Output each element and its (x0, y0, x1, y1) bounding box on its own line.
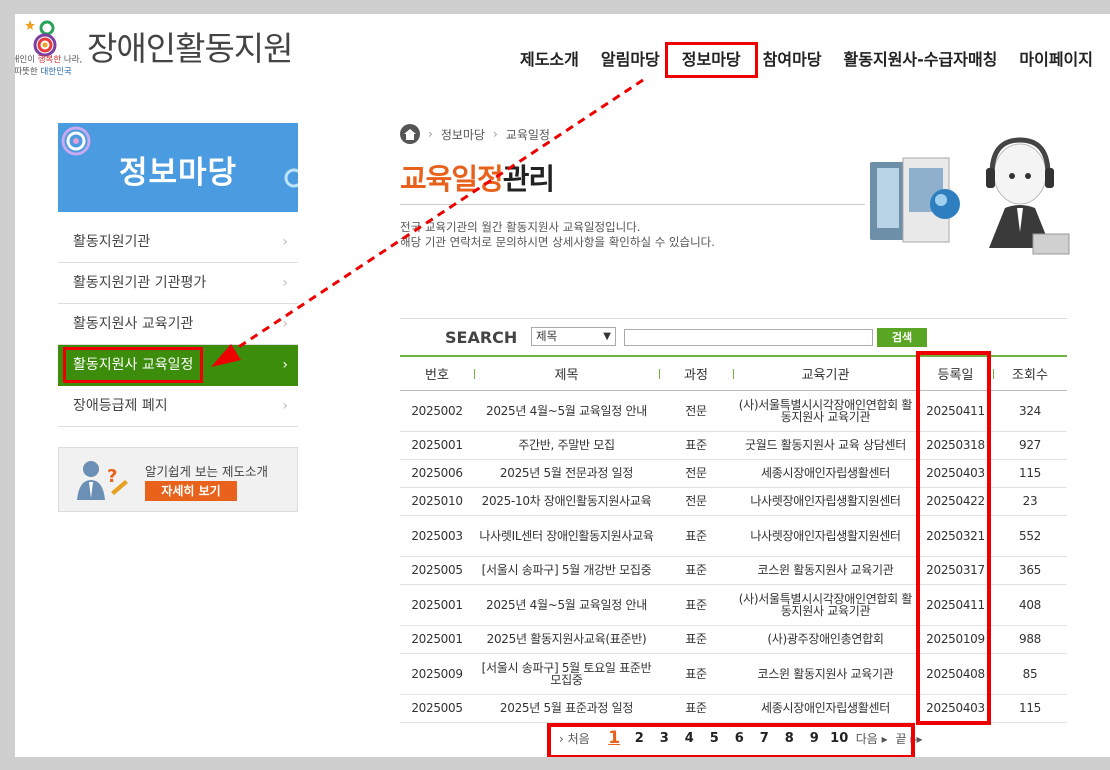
annotation-arrow-icon (211, 78, 644, 367)
page: 장애인활동지원 장애인이 행복한 나라, 따뜻한 대한민국 제도소개 알림마당 … (15, 14, 1110, 757)
